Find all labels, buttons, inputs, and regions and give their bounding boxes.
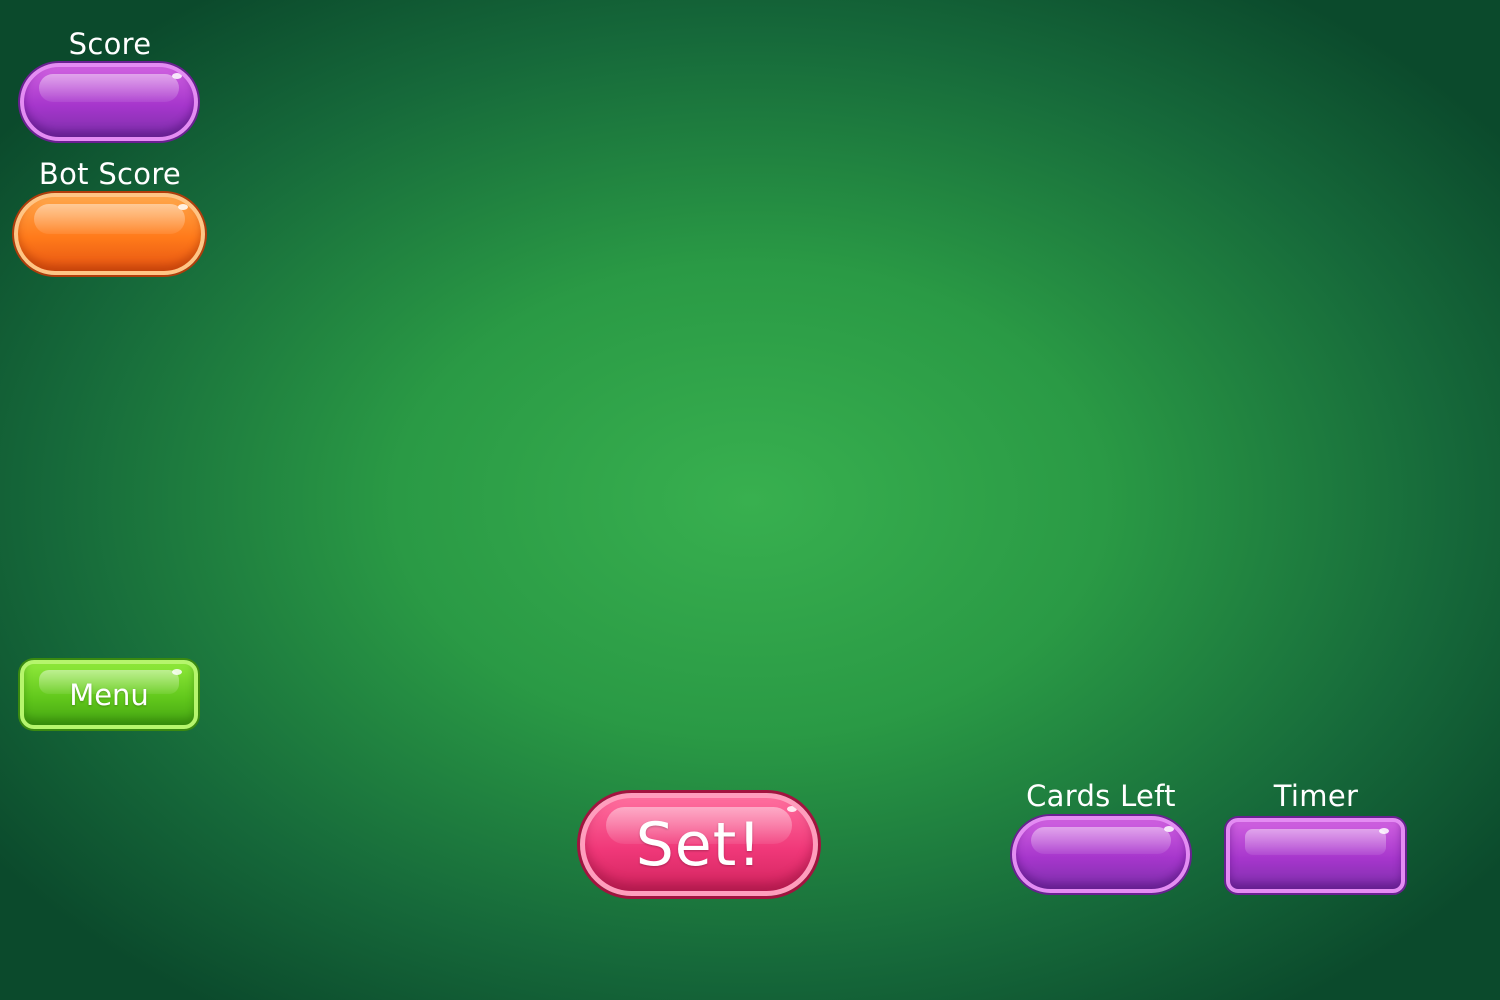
timer-display bbox=[1226, 818, 1405, 893]
bot-score-display bbox=[14, 193, 205, 275]
score-display bbox=[20, 63, 198, 141]
cards-left-display bbox=[1012, 816, 1190, 893]
bot-score-label: Bot Score bbox=[38, 157, 182, 191]
score-label: Score bbox=[68, 27, 152, 61]
menu-button[interactable]: Menu bbox=[20, 660, 198, 729]
set-button-label: Set! bbox=[635, 809, 763, 880]
timer-label: Timer bbox=[1273, 779, 1359, 813]
menu-button-label: Menu bbox=[69, 677, 149, 712]
cards-left-label: Cards Left bbox=[1026, 779, 1176, 813]
set-button[interactable]: Set! bbox=[580, 793, 818, 896]
